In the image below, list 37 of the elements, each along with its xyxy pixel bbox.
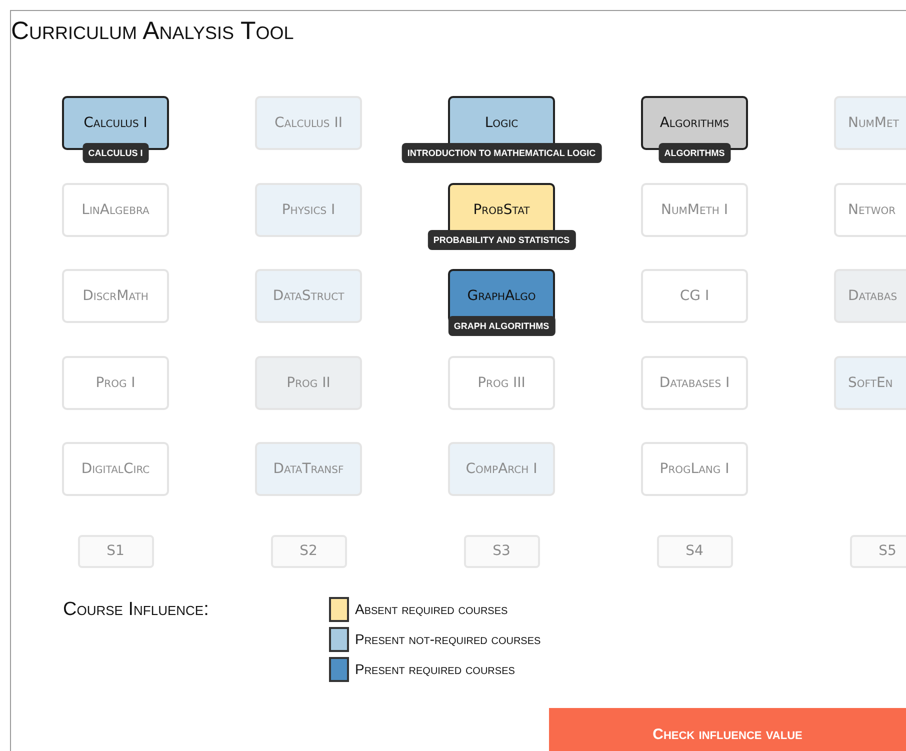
course-tooltip: GRAPH ALGORITHMS [448,316,556,336]
legend-title: Course Influence: [63,598,210,622]
course-node[interactable]: DataStruct [255,269,362,323]
legend-label: Present required courses [355,661,515,677]
course-node[interactable]: Databas [834,269,906,323]
course-tooltip: PROBABILITY AND STATISTICS [427,230,576,250]
course-node[interactable]: Prog II [255,356,362,410]
legend-label: Present not-required courses [355,631,541,647]
semester-button[interactable]: S3 [464,534,540,568]
semester-button[interactable]: S1 [78,534,154,568]
course-tooltip: ALGORITHMS [658,143,731,163]
course-node[interactable]: ProgLang I [641,442,748,496]
semester-button[interactable]: S4 [656,534,732,568]
course-node[interactable]: LinAlgebra [62,182,169,236]
semester-button[interactable]: S5 [850,534,906,568]
course-node[interactable]: DataTransf [255,442,362,496]
course-node[interactable]: DiscrMath [62,269,169,323]
course-node[interactable]: DigitalCirc [62,442,169,496]
check-influence-button[interactable]: Check influence value [549,708,906,751]
course-node[interactable]: Algorithms [641,96,748,150]
legend-label: Absent required courses [355,601,508,617]
course-node[interactable]: NumMet [834,96,906,150]
course-node[interactable]: Calculus I [62,96,169,150]
course-node[interactable]: Networ [834,182,906,236]
course-tooltip: INTRODUCTION TO MATHEMATICAL LOGIC [401,143,602,163]
course-node[interactable]: Calculus II [255,96,362,150]
course-node[interactable]: Prog I [62,356,169,410]
course-node[interactable]: Prog III [448,356,555,410]
course-node[interactable]: CG I [641,269,748,323]
course-node[interactable]: SoftEn [834,356,906,410]
course-node[interactable]: Physics I [255,182,362,236]
course-tooltip: CALCULUS I [82,143,149,163]
course-node[interactable]: NumMeth I [641,182,748,236]
app-title: Curriculum Analysis Tool [11,16,295,47]
semester-button[interactable]: S2 [270,534,346,568]
course-node[interactable]: Databases I [641,356,748,410]
course-node[interactable]: CompArch I [448,442,555,496]
